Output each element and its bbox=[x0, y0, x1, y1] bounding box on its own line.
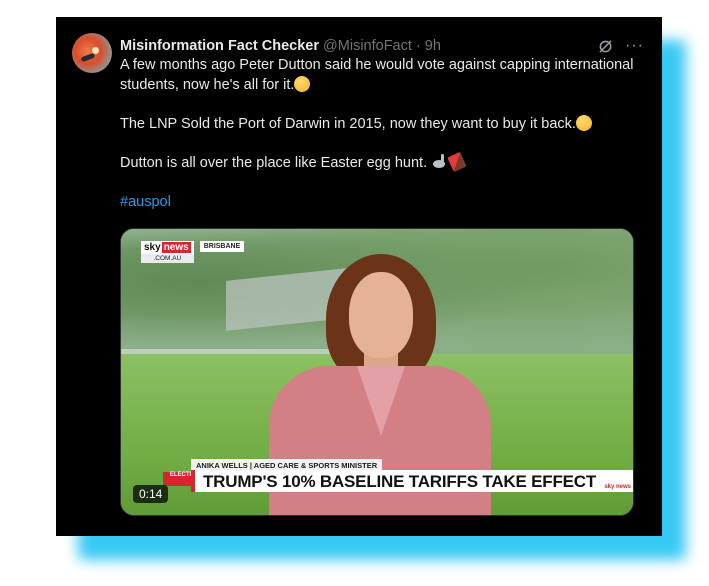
grok-icon[interactable] bbox=[598, 39, 613, 54]
avatar[interactable] bbox=[72, 33, 112, 73]
video-player[interactable]: sky news .COM.AU BRISBANE ANIKA WELLS | A… bbox=[120, 228, 634, 516]
hashtag-link[interactable]: #auspol bbox=[120, 194, 171, 210]
tweet-line: #auspol bbox=[120, 193, 645, 213]
sky-badge: sky news .COM.AU bbox=[141, 241, 194, 263]
sky-domain: .COM.AU bbox=[141, 254, 194, 263]
tweet-card[interactable]: Misinformation Fact Checker @MisinfoFact… bbox=[56, 17, 662, 536]
tweet-line: Dutton is all over the place like Easter… bbox=[120, 151, 645, 174]
author-name[interactable]: Misinformation Fact Checker bbox=[120, 38, 319, 54]
news-word: news bbox=[161, 242, 191, 253]
avatar-beak bbox=[80, 52, 96, 63]
more-options-icon[interactable]: ··· bbox=[625, 36, 644, 56]
location-label: BRISBANE bbox=[199, 241, 245, 252]
face-with-raised-eyebrow-icon bbox=[294, 75, 311, 92]
corner-brand: sky news bbox=[604, 484, 631, 490]
tweet-header: Misinformation Fact Checker @MisinfoFact… bbox=[120, 36, 646, 56]
rabbit-icon bbox=[431, 153, 448, 169]
author-handle-time[interactable]: @MisinfoFact · 9h bbox=[323, 38, 441, 54]
headline-text: TRUMP'S 10% BASELINE TARIFFS TAKE EFFECT bbox=[203, 472, 597, 491]
face-with-raised-eyebrow-icon bbox=[575, 114, 592, 131]
video-timestamp: 0:14 bbox=[133, 485, 169, 503]
sky-top: sky news bbox=[141, 241, 194, 254]
tweet-line: The LNP Sold the Port of Darwin in 2015,… bbox=[120, 114, 645, 135]
sky-news-logo: sky news .COM.AU BRISBANE bbox=[141, 241, 245, 263]
tweet-line-2: The LNP Sold the Port of Darwin in 2015,… bbox=[120, 115, 576, 132]
sky-word: sky bbox=[144, 242, 161, 253]
headline-bar: TRUMP'S 10% BASELINE TARIFFS TAKE EFFECT… bbox=[191, 470, 633, 492]
tweet-text: A few months ago Peter Dutton said he wo… bbox=[120, 56, 645, 212]
tweet-line-1: A few months ago Peter Dutton said he wo… bbox=[120, 57, 634, 93]
tweet-line: A few months ago Peter Dutton said he wo… bbox=[120, 56, 645, 95]
header-icons: ··· bbox=[598, 36, 644, 56]
chocolate-bar-icon bbox=[447, 151, 467, 172]
presenter-face bbox=[349, 272, 413, 358]
tweet-line-3: Dutton is all over the place like Easter… bbox=[120, 154, 428, 171]
